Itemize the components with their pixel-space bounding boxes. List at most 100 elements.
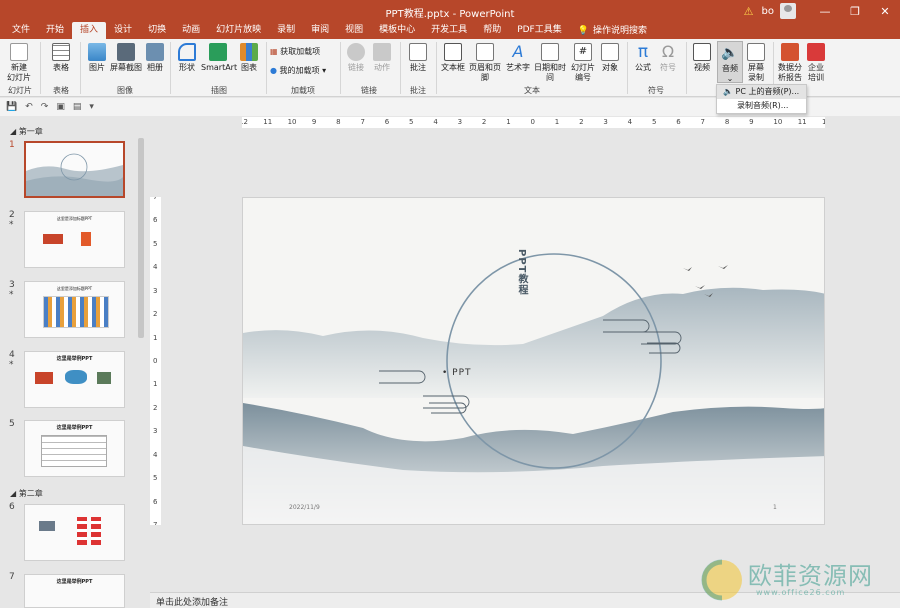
slide-thumbnail-7[interactable]: 这里是举例PPT <box>24 574 125 608</box>
tab-review[interactable]: 审阅 <box>303 22 337 39</box>
equation-button[interactable]: π 公式 <box>631 43 655 73</box>
smartart-button[interactable]: SmartArt <box>201 43 237 73</box>
new-slide-label: 新建 幻灯片 <box>7 63 31 82</box>
slide-number: 2 * <box>9 210 15 230</box>
group-slides: 幻灯片 <box>8 86 32 95</box>
slide-thumbnail-3[interactable]: 这里是添加标题PPT <box>24 281 125 338</box>
user-name[interactable]: bo <box>762 6 774 17</box>
header-footer-label: 页眉和页脚 <box>469 63 501 82</box>
slide-date[interactable]: 2022/11/9 <box>289 504 320 511</box>
menu-item-label: PC 上的音频(P)... <box>735 87 800 96</box>
table-button[interactable]: 表格 <box>46 43 76 73</box>
section-header[interactable]: ◢ 第二章 <box>10 488 43 499</box>
screen-record-button[interactable]: 屏幕 录制 <box>744 43 768 83</box>
ruler-tick-label: 6 <box>676 118 681 126</box>
screenshot-button[interactable]: 屏幕截图 <box>110 43 142 73</box>
tab-insert[interactable]: 插入 <box>72 22 107 39</box>
tab-help[interactable]: 帮助 <box>475 22 509 39</box>
ribbon-tabs: 文件 开始 插入 设计 切换 动画 幻灯片放映 录制 审阅 视图 模板中心 开发… <box>0 22 900 39</box>
section-header[interactable]: ◢ 第一章 <box>10 126 43 137</box>
video-button[interactable]: 视频 <box>690 43 714 73</box>
minimize-button[interactable]: — <box>810 5 840 18</box>
wordart-button[interactable]: A 艺术字 <box>505 43 531 73</box>
scrollbar-handle[interactable] <box>138 138 144 338</box>
link-label: 链接 <box>348 63 364 72</box>
slide-thumbnail-4[interactable]: 这里是举例PPT <box>24 351 125 408</box>
slide-canvas[interactable]: PPT教程 • PPT 2022/11/9 1 <box>242 197 825 525</box>
action-button[interactable]: 动作 <box>370 43 394 73</box>
slide-thumbnail-2[interactable]: 这里是添加标题PPT <box>24 211 125 268</box>
header-footer-button[interactable]: 页眉和页脚 <box>467 43 503 83</box>
datetime-button[interactable]: 日期和时间 <box>531 43 569 83</box>
slide-title[interactable]: PPT教程 <box>514 249 528 295</box>
shapes-button[interactable]: 形状 <box>175 43 199 73</box>
tab-view[interactable]: 视图 <box>337 22 371 39</box>
vertical-ruler: 7 6 5 4 3 2 1 0 1 2 3 4 5 6 7 <box>150 197 161 525</box>
format-painter-icon[interactable]: ▤ <box>73 102 82 112</box>
shapes-icon <box>178 43 196 61</box>
lightbulb-icon: 💡 <box>577 25 589 36</box>
data-report-button[interactable]: 数据分 析报告 <box>776 43 804 83</box>
comment-button[interactable]: 批注 <box>404 43 432 73</box>
redo-icon[interactable]: ↷ <box>41 102 49 112</box>
star-icon <box>373 43 391 61</box>
get-addins-label: 获取加载项 <box>280 47 321 56</box>
slide-number: 1 <box>9 140 15 150</box>
close-button[interactable]: ✕ <box>870 5 900 18</box>
thumbnail-title: 这里是举例PPT <box>56 425 93 431</box>
tab-home[interactable]: 开始 <box>38 22 72 39</box>
comment-label: 批注 <box>410 63 426 72</box>
slide-subtitle[interactable]: • PPT <box>442 368 472 378</box>
undo-icon[interactable]: ↶ <box>25 102 33 112</box>
slide-number: 5 <box>9 419 15 429</box>
new-slide-button[interactable]: 新建 幻灯片 <box>4 43 34 83</box>
album-button[interactable]: 相册 <box>143 43 167 73</box>
tab-animations[interactable]: 动画 <box>174 22 208 39</box>
tell-me-search[interactable]: 💡 操作说明搜索 <box>570 22 655 39</box>
start-slideshow-icon[interactable]: ▣ <box>56 102 65 112</box>
my-addins-button[interactable]: ● 我的加载项 ▾ <box>270 66 332 76</box>
tab-file[interactable]: 文件 <box>4 22 38 39</box>
ruler-tick-label: 7 <box>360 118 365 126</box>
tab-record[interactable]: 录制 <box>269 22 303 39</box>
ruler-tick-label: 11 <box>263 118 273 126</box>
link-button[interactable]: 链接 <box>344 43 368 73</box>
textbox-button[interactable]: 文本框 <box>440 43 466 73</box>
chart-button[interactable]: 图表 <box>237 43 261 73</box>
restore-button[interactable]: ❐ <box>840 5 870 18</box>
slide-thumbnail-6[interactable] <box>24 504 125 561</box>
menu-item-pc-audio[interactable]: 🔈 PC 上的音频(P)... <box>717 85 806 99</box>
menu-item-record-audio[interactable]: 录制音频(R)... <box>717 99 806 113</box>
tell-me-label: 操作说明搜索 <box>592 25 647 36</box>
customize-icon[interactable]: ▾ <box>89 102 94 112</box>
ruler-tick-label: 3 <box>603 118 608 126</box>
slide-page-number[interactable]: 1 <box>773 504 777 511</box>
audio-button[interactable]: 🔈 音频 ⌄ <box>717 41 743 83</box>
thumbnails-scrollbar[interactable] <box>137 128 145 598</box>
warning-icon[interactable]: ⚠ <box>744 5 754 18</box>
tab-transitions[interactable]: 切换 <box>140 22 174 39</box>
tab-pdf[interactable]: PDF工具集 <box>509 22 570 39</box>
slide-number-button[interactable]: # 幻灯片 编号 <box>570 43 596 83</box>
enterprise-button[interactable]: 企业 培训 <box>804 43 828 83</box>
pictures-button[interactable]: 图片 <box>84 43 110 73</box>
symbol-button[interactable]: Ω 符号 <box>656 43 680 73</box>
get-addins-button[interactable]: ▦ 获取加载项 <box>270 47 330 57</box>
tab-slideshow[interactable]: 幻灯片放映 <box>208 22 269 39</box>
avatar[interactable] <box>780 3 796 19</box>
object-button[interactable]: 对象 <box>598 43 622 73</box>
tab-templates[interactable]: 模板中心 <box>371 22 423 39</box>
ruler-tick-label: 7 <box>153 197 158 201</box>
wordart-label: 艺术字 <box>506 63 530 72</box>
slide-thumbnail-5[interactable]: 这里是举例PPT <box>24 420 125 477</box>
ruler-tick-label: 3 <box>457 118 463 126</box>
slide-subtitle-text: PPT <box>452 368 472 378</box>
save-icon[interactable]: 💾 <box>6 102 17 112</box>
tab-developer[interactable]: 开发工具 <box>423 22 475 39</box>
omega-icon: Ω <box>661 42 675 61</box>
object-label: 对象 <box>602 63 618 72</box>
slide-thumbnail-1[interactable] <box>24 141 125 198</box>
ruler-tick-label: 4 <box>433 118 438 126</box>
tab-design[interactable]: 设计 <box>106 22 140 39</box>
wordart-icon: A <box>512 42 524 61</box>
